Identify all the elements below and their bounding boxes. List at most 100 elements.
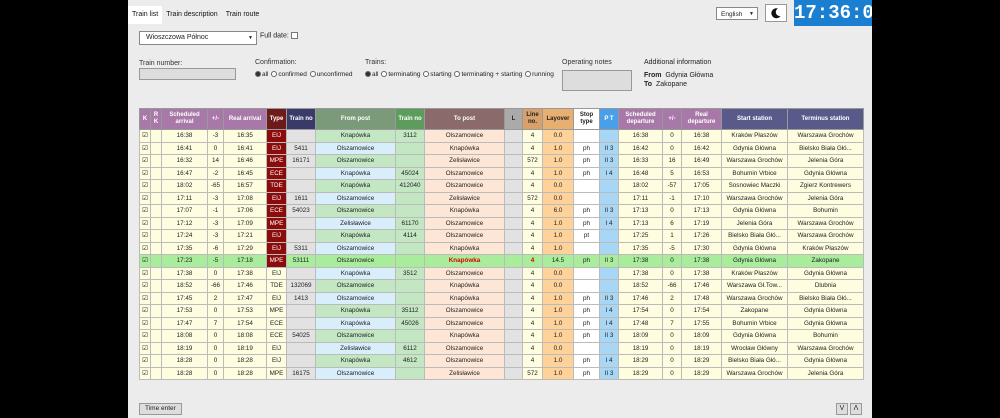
col-header[interactable]: Type [266, 108, 287, 130]
col-header[interactable]: R K [150, 108, 162, 130]
col-header[interactable]: Real departure [681, 108, 722, 130]
layover: 0.0 [542, 179, 574, 193]
from-post: Knapówka [315, 166, 396, 180]
table-row[interactable]: ☑ 17:53 0 17:53 MPE Knapówka 35112 Olszamowice 4… [139, 304, 864, 318]
train-no-out [395, 154, 425, 168]
col-header[interactable]: Train no [395, 108, 425, 130]
table-row[interactable]: ☑ 17:11 -3 17:08 EIJ 1611 Olszamowice Zelisławi… [139, 191, 864, 205]
radio-trains-running[interactable] [525, 71, 532, 78]
col-header[interactable]: Stop type [573, 108, 600, 130]
confirmed-checkbox[interactable]: ☑ [139, 329, 151, 343]
radio-confirmation-confirmed[interactable] [271, 71, 278, 78]
table-row[interactable]: ☑ 17:07 -1 17:06 ECE 54023 Olszamowice Knapówka… [139, 204, 864, 218]
rk-cell [150, 354, 162, 368]
scroll-down-button[interactable]: V [836, 403, 848, 415]
radio-trains-all[interactable] [365, 71, 371, 78]
table-row[interactable]: ☑ 18:02 -65 16:57 TDE Knapówka 412040 Olszamowi… [139, 179, 864, 193]
col-header[interactable]: L [504, 108, 523, 130]
confirmed-checkbox[interactable]: ☑ [139, 254, 151, 268]
platform-track: I 4 [599, 166, 619, 180]
start-station: Bohumin Vrbice [721, 316, 788, 330]
layover: 6.0 [542, 204, 574, 218]
col-header[interactable]: Start station [721, 108, 788, 130]
col-header[interactable]: P T [599, 108, 619, 130]
from-post: Knapówka [315, 179, 396, 193]
tab-train-description[interactable]: Train description [162, 6, 222, 24]
radio-trains-terminating-starting[interactable] [454, 71, 461, 78]
scroll-up-button[interactable]: Λ [850, 403, 862, 415]
confirmed-checkbox[interactable]: ☑ [139, 291, 151, 305]
tab-train-route[interactable]: Train route [222, 6, 264, 24]
table-row[interactable]: ☑ 18:08 0 18:08 ECE 54025 Olszamowice Knapówka 4… [139, 329, 864, 343]
confirmed-checkbox[interactable]: ☑ [139, 229, 151, 243]
confirmed-checkbox[interactable]: ☑ [139, 366, 151, 380]
real-arrival: 16:57 [223, 179, 267, 193]
start-station: Warszawa Grochów [721, 191, 788, 205]
train-no-out [395, 191, 425, 205]
confirmed-checkbox[interactable]: ☑ [139, 141, 151, 155]
confirmed-checkbox[interactable]: ☑ [139, 266, 151, 280]
radio-trains-starting[interactable] [423, 71, 430, 78]
col-header[interactable]: To post [424, 108, 505, 130]
tab-train-list[interactable]: Train list [128, 6, 163, 24]
table-row[interactable]: ☑ 17:24 -3 17:21 EIJ Knapówka 4114 Olszamowice 4… [139, 229, 864, 243]
table-row[interactable]: ☑ 18:28 0 18:28 EIJ Knapówka 4612 Olszamowice 4 1… [139, 354, 864, 368]
col-header[interactable]: K [139, 108, 151, 130]
confirmed-checkbox[interactable]: ☑ [139, 129, 151, 143]
table-row[interactable]: ☑ 17:12 -3 17:09 MPE Zelisławice 61170 Olszamow… [139, 216, 864, 230]
confirmed-checkbox[interactable]: ☑ [139, 204, 151, 218]
table-row[interactable]: ☑ 17:23 -5 17:18 MPE 53111 Olszamowice Knapówka… [139, 254, 864, 268]
radio-confirmation-unconfirmed[interactable] [309, 71, 316, 78]
col-header[interactable]: From post [315, 108, 396, 130]
col-header[interactable]: Scheduled departure [618, 108, 663, 130]
departure-delay: -57 [662, 179, 682, 193]
col-header[interactable]: +/- [207, 108, 224, 130]
confirmed-checkbox[interactable]: ☑ [139, 279, 151, 293]
table-row[interactable]: ☑ 16:41 0 16:41 EIJ 5411 Olszamowice Knapówka 4 1… [139, 141, 864, 155]
confirmed-checkbox[interactable]: ☑ [139, 166, 151, 180]
col-header[interactable]: Layover [542, 108, 574, 130]
rk-cell [150, 191, 162, 205]
radio-trains-terminating[interactable] [381, 71, 388, 78]
stop-type: ph [573, 216, 600, 230]
table-row[interactable]: ☑ 17:35 -6 17:29 EIJ 5311 Olszamowice Knapówka 4… [139, 241, 864, 255]
to-post: Knapówka [424, 204, 505, 218]
table-row[interactable]: ☑ 18:52 -66 17:46 TDE 132069 Olszamowice Knapów… [139, 279, 864, 293]
confirmed-checkbox[interactable]: ☑ [139, 241, 151, 255]
table-row[interactable]: ☑ 16:38 -3 16:35 EIJ Knapówka 3112 Olszamowice 4… [139, 129, 864, 143]
full-date-checkbox[interactable] [290, 32, 298, 39]
table-row[interactable]: ☑ 17:47 7 17:54 ECE Knapówka 45026 Olszamowice 4… [139, 316, 864, 330]
dark-mode-button[interactable] [765, 4, 787, 22]
col-header[interactable]: Train no [286, 108, 316, 130]
col-header[interactable]: Line no. [522, 108, 543, 130]
col-header[interactable]: Real arrival [223, 108, 267, 130]
real-departure: 17:30 [681, 241, 722, 255]
real-departure: 17:46 [681, 279, 722, 293]
confirmed-checkbox[interactable]: ☑ [139, 316, 151, 330]
table-row[interactable]: ☑ 17:38 0 17:38 EIJ Knapówka 3512 Olszamowice 4 0… [139, 266, 864, 280]
col-header[interactable]: Scheduled arrival [161, 108, 208, 130]
rk-cell [150, 291, 162, 305]
table-row[interactable]: ☑ 16:32 14 16:46 MPE 16171 Olszamowice Zelisław… [139, 154, 864, 168]
radio-confirmation-all[interactable] [255, 71, 261, 78]
confirmed-checkbox[interactable]: ☑ [139, 154, 151, 168]
confirmed-checkbox[interactable]: ☑ [139, 191, 151, 205]
station-select[interactable]: Wioszczowa Północ ▼ [139, 31, 257, 45]
table-row[interactable]: ☑ 18:28 0 18:28 MPE 16175 Olszamowice Zelisławi… [139, 366, 864, 380]
col-header[interactable]: +/- [662, 108, 682, 130]
line-no: 4 [522, 354, 543, 368]
confirmed-checkbox[interactable]: ☑ [139, 341, 151, 355]
table-row[interactable]: ☑ 16:47 -2 16:45 ECE Knapówka 45024 Olszamowice… [139, 166, 864, 180]
table-row[interactable]: ☑ 18:19 0 18:19 EIJ Zelisławice 6112 Olszamowic… [139, 341, 864, 355]
l-cell [504, 266, 523, 280]
time-enter-button[interactable]: Time enter [139, 403, 182, 415]
confirmed-checkbox[interactable]: ☑ [139, 354, 151, 368]
table-row[interactable]: ☑ 17:45 2 17:47 EIJ 1413 Olszamowice Knapówka 4 1… [139, 291, 864, 305]
col-header[interactable]: Terminus station [787, 108, 864, 130]
train-number-input[interactable] [139, 68, 236, 80]
confirmed-checkbox[interactable]: ☑ [139, 304, 151, 318]
confirmed-checkbox[interactable]: ☑ [139, 216, 151, 230]
confirmed-checkbox[interactable]: ☑ [139, 179, 151, 193]
departure-delay: 1 [662, 229, 682, 243]
language-select[interactable]: English ▼ [716, 7, 758, 20]
